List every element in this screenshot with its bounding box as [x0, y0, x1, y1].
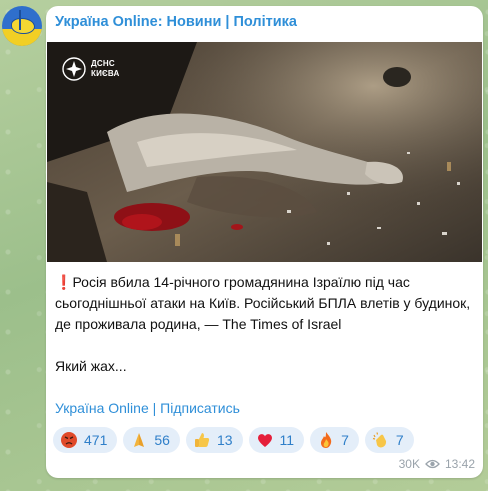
angry-face-icon — [61, 432, 77, 448]
watermark-line1: ДСНС — [91, 59, 115, 68]
reaction-count: 56 — [154, 432, 170, 448]
message-photo[interactable]: ДСНС КИЄВА — [47, 42, 482, 262]
reaction-fire[interactable]: 7 — [310, 427, 359, 453]
fire-icon — [321, 432, 332, 448]
clapping-hands-icon — [372, 432, 386, 448]
reaction-heart[interactable]: 11 — [248, 427, 305, 453]
reaction-angry[interactable]: 471 — [53, 427, 118, 453]
message-meta: 30K 13:42 — [399, 457, 475, 471]
channel-avatar[interactable] — [2, 6, 42, 46]
heart-icon — [257, 434, 272, 447]
reactions-bar: 471 56 13 11 7 7 — [53, 427, 414, 453]
praying-hands-icon — [134, 433, 145, 447]
message-text: ❗Росія вбила 14-річного громадянина Ізра… — [55, 272, 475, 377]
watermark-line2: КИЄВА — [91, 69, 120, 78]
channel-title[interactable]: Україна Online: Новини | Політика — [55, 14, 297, 30]
reaction-pray[interactable]: 56 — [123, 427, 180, 453]
reaction-count: 471 — [84, 432, 108, 448]
message-line1: Росія вбила 14-річного громадянина Ізраї… — [55, 274, 471, 332]
view-count: 30K — [398, 457, 420, 471]
avatar-map-icon — [11, 18, 35, 34]
reaction-clap[interactable]: 7 — [364, 427, 414, 453]
photo-watermark: ДСНС КИЄВА — [61, 56, 119, 82]
reaction-count: 7 — [395, 432, 404, 448]
alert-mark-icon: ❗ — [55, 274, 73, 290]
thumbs-up-icon — [194, 433, 210, 447]
reaction-count: 13 — [216, 432, 233, 448]
message-time: 13:42 — [444, 457, 475, 471]
reaction-thumbs-up[interactable]: 13 — [185, 427, 243, 453]
message-line2: Який жах... — [55, 358, 127, 374]
message-bubble: Україна Online: Новини | Політика ДСНС К… — [46, 6, 483, 478]
avatar-flagpole — [19, 10, 21, 30]
subscribe-link[interactable]: Україна Online | Підписатись — [55, 400, 240, 416]
emblem-icon — [62, 57, 86, 81]
reaction-count: 11 — [279, 432, 295, 448]
reaction-count: 7 — [341, 432, 349, 448]
eye-icon — [425, 459, 440, 469]
